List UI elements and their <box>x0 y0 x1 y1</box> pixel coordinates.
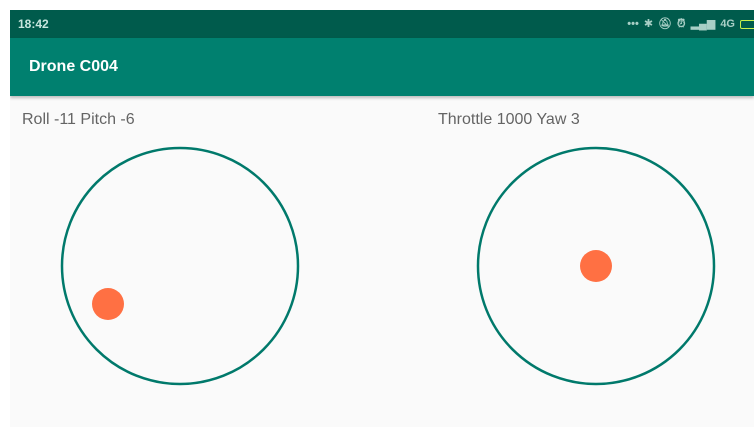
signal-icon: ▂▄▆ <box>690 18 716 30</box>
app-screen: 18:42 ••• ✱ 🔕︎ ⏰︎ ▂▄▆ 4G Drone C004 Roll… <box>10 10 754 427</box>
right-stick-label: Throttle 1000 Yaw 3 <box>438 111 580 128</box>
left-joystick[interactable] <box>60 146 300 386</box>
more-dots-icon: ••• <box>627 18 639 30</box>
battery-charging-icon <box>740 19 754 29</box>
right-joystick-knob[interactable] <box>580 250 612 282</box>
bluetooth-icon: ✱ <box>643 18 654 30</box>
app-bar: Drone C004 <box>10 38 754 96</box>
right-joystick[interactable] <box>476 146 716 386</box>
bell-off-icon: 🔕︎ <box>658 18 672 30</box>
alarm-icon: ⏰︎ <box>677 18 686 30</box>
status-icons: ••• ✱ 🔕︎ ⏰︎ ▂▄▆ 4G <box>627 18 754 30</box>
status-time: 18:42 <box>18 17 49 31</box>
network-4g-icon: 4G <box>720 18 735 30</box>
left-joystick-ring <box>60 146 300 386</box>
left-joystick-knob[interactable] <box>92 288 124 320</box>
status-bar: 18:42 ••• ✱ 🔕︎ ⏰︎ ▂▄▆ 4G <box>10 10 754 38</box>
left-stick-label: Roll -11 Pitch -6 <box>22 111 135 128</box>
app-title: Drone C004 <box>29 58 118 75</box>
